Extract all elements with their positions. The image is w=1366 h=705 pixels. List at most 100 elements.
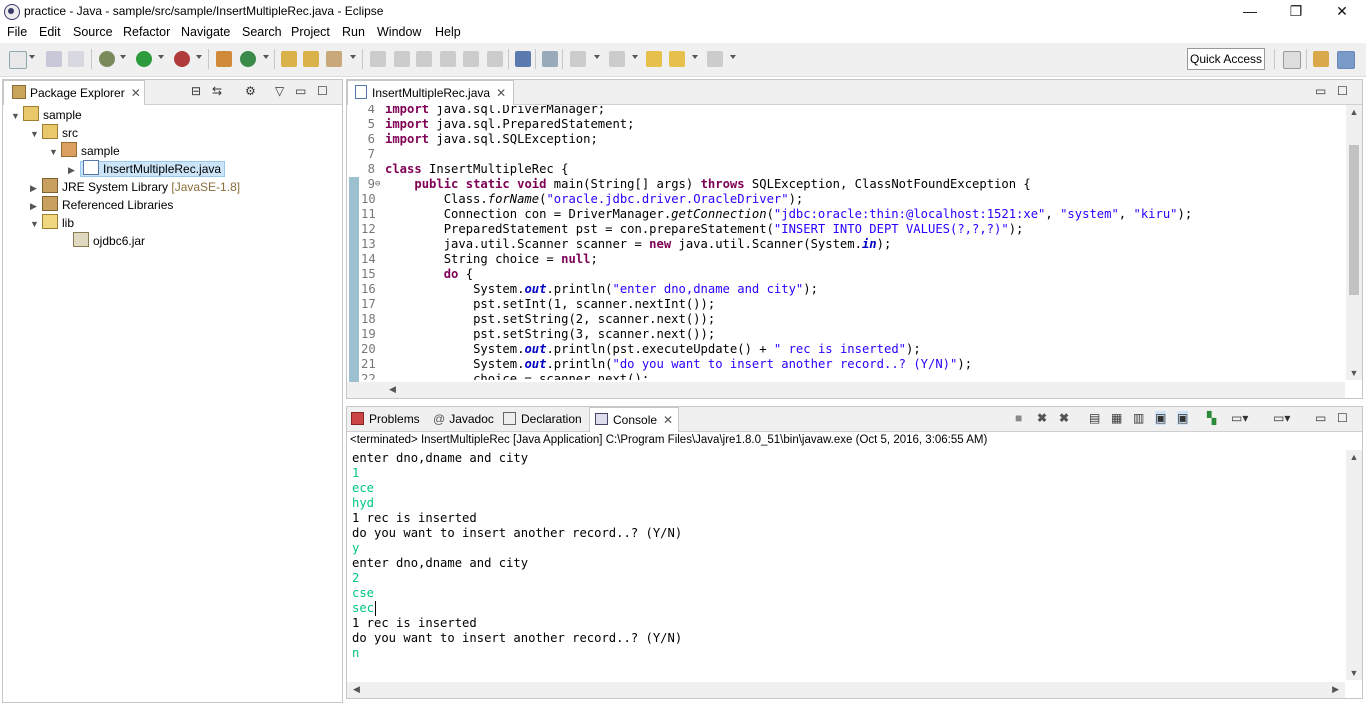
menu-run[interactable]: Run bbox=[342, 25, 365, 39]
menu-help[interactable]: Help bbox=[435, 25, 461, 39]
debug-icon[interactable] bbox=[99, 51, 115, 67]
fold-toggle-icon[interactable]: ⊖ bbox=[375, 177, 380, 192]
chevron-down-icon[interactable] bbox=[692, 55, 698, 59]
collapse-all-icon[interactable]: ⊟ bbox=[191, 84, 201, 98]
new-file-icon[interactable] bbox=[9, 51, 27, 69]
console-horizontal-scrollbar[interactable]: ◀ ▶ bbox=[347, 682, 1345, 698]
clear-console-icon[interactable]: ▤ bbox=[1089, 411, 1100, 425]
minimize-button[interactable]: — bbox=[1227, 0, 1273, 23]
chevron-down-icon[interactable] bbox=[196, 55, 202, 59]
close-icon[interactable]: ✕ bbox=[131, 86, 141, 100]
display-selected-console-icon[interactable]: ▭▾ bbox=[1231, 411, 1248, 425]
remove-launch-icon[interactable]: ✖ bbox=[1037, 411, 1047, 425]
external-tools-icon[interactable] bbox=[174, 51, 190, 67]
quick-access-input[interactable]: Quick Access bbox=[1187, 48, 1265, 70]
tree-item-package[interactable]: ▼ sample bbox=[49, 142, 120, 160]
run-icon[interactable] bbox=[136, 51, 152, 67]
tree-item-src[interactable]: ▼ src bbox=[30, 124, 78, 142]
chevron-right-icon[interactable]: ▶ bbox=[30, 197, 42, 215]
chevron-down-icon[interactable] bbox=[263, 55, 269, 59]
open-type-icon[interactable] bbox=[281, 51, 297, 67]
chevron-down-icon[interactable] bbox=[158, 55, 164, 59]
tree-item-java-file[interactable]: ▶ InsertMultipleRec.java bbox=[68, 160, 226, 179]
tab-javadoc[interactable]: @ Javadoc bbox=[433, 407, 494, 431]
restore-button[interactable]: ❐ bbox=[1273, 0, 1319, 23]
scroll-thumb[interactable] bbox=[1349, 145, 1359, 295]
chevron-up-icon[interactable]: ▲ bbox=[1346, 107, 1362, 117]
tab-problems[interactable]: Problems bbox=[351, 407, 420, 431]
chevron-down-icon[interactable]: ▼ bbox=[1346, 368, 1362, 378]
menu-window[interactable]: Window bbox=[377, 25, 421, 39]
chevron-right-icon[interactable]: ▶ bbox=[1332, 684, 1339, 695]
chevron-right-icon[interactable]: ▶ bbox=[68, 161, 80, 179]
link-with-editor-icon[interactable]: ⇆ bbox=[212, 84, 222, 98]
chevron-right-icon[interactable]: ▶ bbox=[30, 179, 42, 197]
new-java-package-icon[interactable] bbox=[216, 51, 232, 67]
open-console-icon[interactable]: ▭▾ bbox=[1273, 411, 1290, 425]
menu-file[interactable]: File bbox=[7, 25, 27, 39]
chevron-left-icon[interactable]: ◀ bbox=[389, 384, 396, 395]
chevron-down-icon[interactable] bbox=[632, 55, 638, 59]
chevron-down-icon[interactable] bbox=[120, 55, 126, 59]
java-ee-perspective-icon[interactable] bbox=[1313, 51, 1329, 67]
console-view-icon[interactable] bbox=[515, 51, 531, 67]
maximize-view-icon[interactable]: ☐ bbox=[1337, 84, 1348, 98]
tree-item-lib[interactable]: ▼ lib bbox=[30, 214, 74, 232]
filter-icon[interactable]: ⚙ bbox=[245, 84, 256, 98]
close-icon[interactable]: ✕ bbox=[496, 86, 506, 100]
back-arrow-icon[interactable] bbox=[669, 51, 685, 67]
next-annotation-icon[interactable] bbox=[570, 51, 586, 67]
menu-project[interactable]: Project bbox=[291, 25, 330, 39]
chevron-down-icon[interactable]: ▼ bbox=[30, 215, 42, 233]
search-icon[interactable] bbox=[326, 51, 342, 67]
minimize-view-icon[interactable]: ▭ bbox=[1315, 84, 1326, 98]
forward-arrow-icon[interactable] bbox=[707, 51, 723, 67]
tree-item-jar[interactable]: ojdbc6.jar bbox=[61, 232, 145, 250]
console-vertical-scrollbar[interactable]: ▲ ▼ bbox=[1346, 450, 1362, 680]
menu-refactor[interactable]: Refactor bbox=[123, 25, 170, 39]
chevron-down-icon[interactable]: ▼ bbox=[30, 125, 42, 143]
close-icon[interactable]: ✕ bbox=[663, 413, 673, 427]
skip-breakpoints-icon[interactable] bbox=[542, 51, 558, 67]
menu-source[interactable]: Source bbox=[73, 25, 113, 39]
chevron-down-icon[interactable]: ▼ bbox=[11, 107, 23, 125]
tab-insertmultiplerec-java[interactable]: InsertMultipleRec.java ✕ bbox=[347, 80, 514, 105]
save-all-icon[interactable] bbox=[68, 51, 84, 67]
word-wrap-icon[interactable]: ▥ bbox=[1133, 411, 1144, 425]
toggle-breadcrumb-icon[interactable] bbox=[394, 51, 410, 67]
toggle-mark-occurrences-icon[interactable] bbox=[370, 51, 386, 67]
new-java-class-icon[interactable] bbox=[240, 51, 256, 67]
chevron-down-icon[interactable]: ▼ bbox=[1346, 668, 1362, 678]
menu-navigate[interactable]: Navigate bbox=[181, 25, 230, 39]
editor-vertical-scrollbar[interactable]: ▲ ▼ bbox=[1346, 105, 1362, 380]
code-area[interactable]: 4 import java.sql.DriverManager; 5 import … bbox=[347, 105, 1345, 380]
tab-console[interactable]: Console ✕ bbox=[589, 407, 679, 432]
terminate-icon[interactable]: ■ bbox=[1015, 411, 1022, 425]
tab-package-explorer[interactable]: Package Explorer ✕ bbox=[3, 80, 145, 105]
last-edit-location-icon[interactable] bbox=[646, 51, 662, 67]
java-perspective-icon[interactable] bbox=[1337, 51, 1355, 69]
chevron-down-icon[interactable] bbox=[350, 55, 356, 59]
chevron-down-icon[interactable] bbox=[29, 55, 35, 59]
maximize-view-icon[interactable]: ☐ bbox=[317, 84, 328, 98]
tree-item-referenced-libraries[interactable]: ▶ Referenced Libraries bbox=[30, 196, 173, 214]
block-selection-icon[interactable] bbox=[416, 51, 432, 67]
tab-declaration[interactable]: Declaration bbox=[503, 407, 582, 431]
word-wrap-icon[interactable] bbox=[440, 51, 456, 67]
show-on-stdout-icon[interactable]: ▣ bbox=[1155, 411, 1167, 425]
tree-item-jre[interactable]: ▶ JRE System Library [JavaSE-1.8] bbox=[30, 178, 240, 196]
maximize-view-icon[interactable]: ☐ bbox=[1337, 411, 1348, 425]
console-output[interactable]: enter dno,dname and city 1 ece hyd 1 rec… bbox=[347, 450, 1345, 680]
scroll-lock-icon[interactable]: ▦ bbox=[1111, 411, 1122, 425]
remove-all-terminated-icon[interactable]: ✖ bbox=[1059, 411, 1069, 425]
chevron-down-icon[interactable] bbox=[594, 55, 600, 59]
open-folder-icon[interactable] bbox=[303, 51, 319, 67]
minimize-view-icon[interactable]: ▭ bbox=[295, 84, 306, 98]
open-perspective-icon[interactable] bbox=[1283, 51, 1301, 69]
chevron-left-icon[interactable]: ◀ bbox=[353, 684, 360, 695]
close-window-button[interactable]: ✕ bbox=[1319, 0, 1365, 23]
chevron-down-icon[interactable] bbox=[730, 55, 736, 59]
editor-horizontal-scrollbar[interactable]: ◀ bbox=[347, 382, 1345, 398]
chevron-up-icon[interactable]: ▲ bbox=[1346, 452, 1362, 462]
show-on-stderr-icon[interactable]: ▣ bbox=[1177, 411, 1189, 425]
